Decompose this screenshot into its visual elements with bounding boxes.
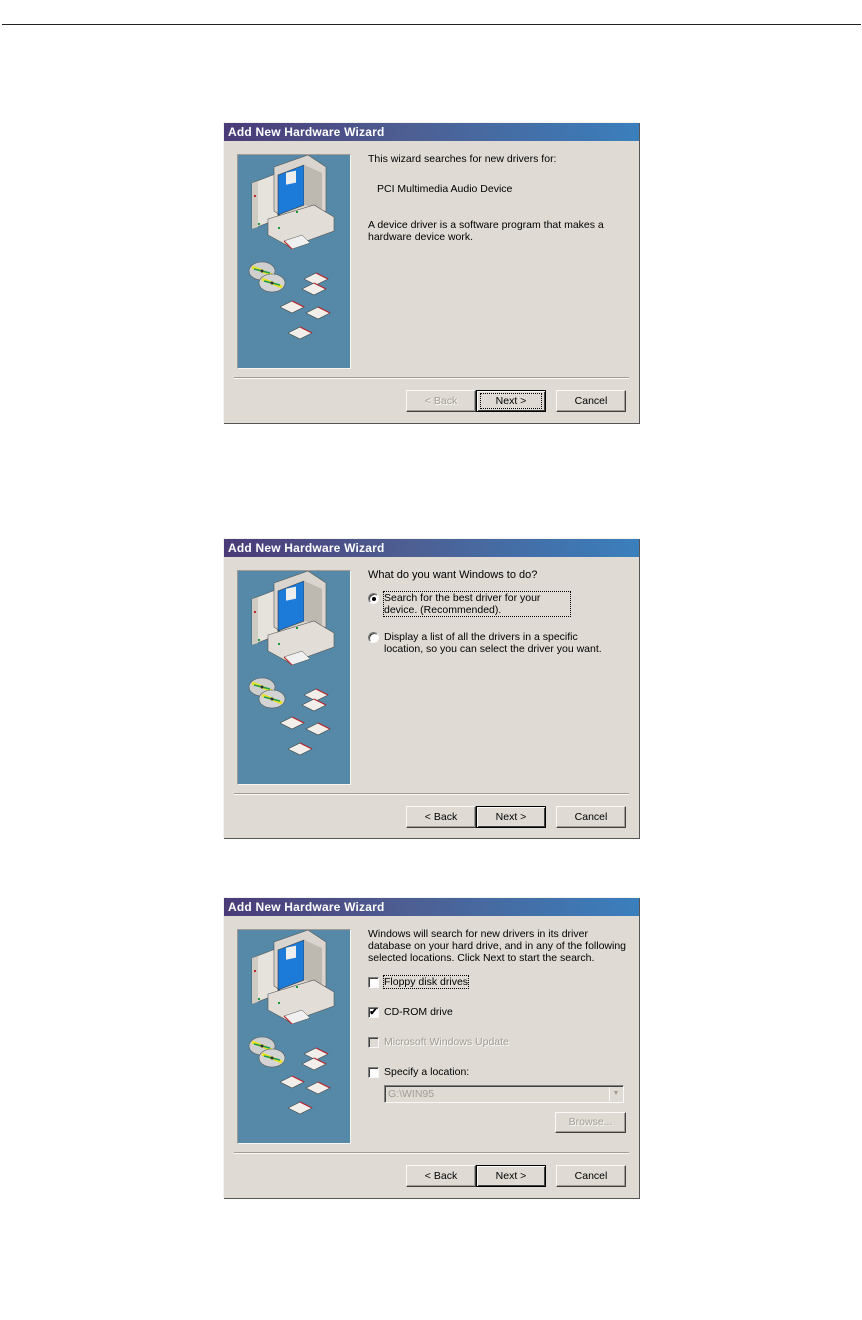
- intro-text: Windows will search for new drivers in i…: [368, 928, 627, 964]
- button-separator: [234, 377, 629, 379]
- wizard-dialog-intro: Add New Hardware Wizard This wizard sear…: [223, 122, 639, 423]
- button-separator: [234, 793, 629, 795]
- description-text: A device driver is a software program th…: [368, 219, 604, 243]
- dropdown-arrow-icon: ▼: [609, 1087, 622, 1101]
- radio-button-selected[interactable]: [368, 593, 379, 604]
- checkbox-label: Floppy disk drives: [382, 975, 470, 989]
- wizard-art-panel: [237, 929, 351, 1144]
- computer-illustration: [251, 155, 335, 250]
- wizard-art-panel: [237, 570, 351, 785]
- dialog-titlebar[interactable]: Add New Hardware Wizard: [224, 898, 639, 916]
- checkbox[interactable]: [368, 977, 379, 988]
- next-button[interactable]: Next >: [476, 806, 546, 828]
- location-combobox: G:\WIN95 ▼: [384, 1085, 624, 1103]
- computer-and-discs-illustration: [248, 571, 335, 756]
- wizard-content: Windows will search for new drivers in i…: [368, 928, 629, 1143]
- back-button[interactable]: < Back: [406, 806, 476, 828]
- next-button[interactable]: Next >: [476, 390, 546, 412]
- cd-disc-icons: [248, 261, 286, 293]
- next-button-label: Next >: [480, 393, 542, 409]
- wizard-content: What do you want Windows to do? Search f…: [368, 569, 629, 655]
- checkbox-label: CD-ROM drive: [384, 1006, 453, 1018]
- checkbox-checked[interactable]: ✔: [368, 1007, 379, 1018]
- wizard-art-panel: [237, 154, 351, 369]
- button-separator: [234, 1152, 629, 1154]
- computer-and-discs-illustration: [248, 155, 335, 340]
- radio-button[interactable]: [368, 632, 379, 643]
- cancel-button[interactable]: Cancel: [556, 806, 626, 828]
- checkbox-label: Specify a location:: [384, 1066, 470, 1078]
- next-button[interactable]: Next >: [476, 1165, 546, 1187]
- question-text: What do you want Windows to do?: [368, 569, 538, 581]
- option-label: Display a list of all the drivers in a s…: [384, 631, 602, 655]
- dialog-titlebar[interactable]: Add New Hardware Wizard: [224, 539, 639, 557]
- wizard-content: This wizard searches for new drivers for…: [368, 153, 629, 243]
- computer-illustration: [251, 930, 335, 1025]
- page-top-rule: [2, 24, 861, 25]
- back-button[interactable]: < Back: [406, 390, 476, 412]
- cd-disc-icons: [248, 1036, 286, 1068]
- option-label: Search for the best driver for your devi…: [383, 591, 571, 617]
- cancel-button[interactable]: Cancel: [556, 390, 626, 412]
- wizard-dialog-search-locations: Add New Hardware Wizard Windows will sea…: [223, 897, 639, 1198]
- checkbox[interactable]: [368, 1067, 379, 1078]
- back-button[interactable]: < Back: [406, 1165, 476, 1187]
- cancel-button[interactable]: Cancel: [556, 1165, 626, 1187]
- checkbox-disabled: [368, 1037, 379, 1048]
- wizard-dialog-search-method: Add New Hardware Wizard What do you want…: [223, 538, 639, 838]
- browse-button: Browse...: [555, 1112, 626, 1133]
- intro-text: This wizard searches for new drivers for…: [368, 153, 557, 165]
- cd-disc-icons: [248, 677, 286, 709]
- location-value: G:\WIN95: [388, 1088, 435, 1100]
- checkbox-label: Microsoft Windows Update: [384, 1036, 509, 1048]
- computer-illustration: [251, 571, 335, 666]
- device-name: PCI Multimedia Audio Device: [377, 183, 513, 195]
- option-search-best-driver[interactable]: Search for the best driver for your devi…: [368, 591, 629, 617]
- dialog-titlebar[interactable]: Add New Hardware Wizard: [224, 123, 639, 141]
- computer-and-discs-illustration: [248, 930, 335, 1115]
- option-display-driver-list[interactable]: Display a list of all the drivers in a s…: [368, 631, 629, 655]
